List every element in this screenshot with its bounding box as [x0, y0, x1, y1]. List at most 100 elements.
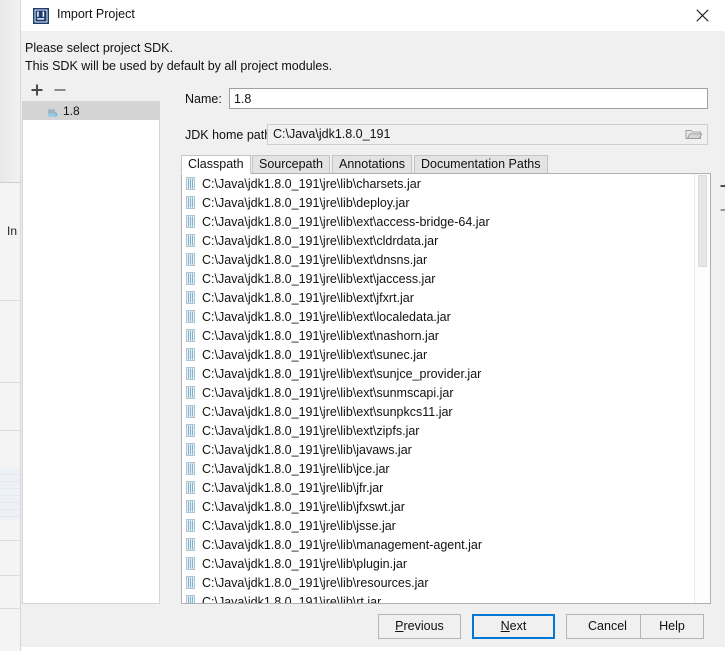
- classpath-entry-row[interactable]: C:\Java\jdk1.8.0_191\jre\lib\rt.jar: [182, 592, 694, 604]
- background-window-sliver: In: [0, 0, 21, 651]
- dialog-titlebar: Import Project: [21, 0, 725, 32]
- tab-classpath[interactable]: Classpath: [181, 155, 251, 174]
- classpath-list-toolbar: [715, 173, 725, 233]
- classpath-entry-label: C:\Java\jdk1.8.0_191\jre\lib\ext\nashorn…: [202, 328, 439, 343]
- classpath-entry-row[interactable]: C:\Java\jdk1.8.0_191\jre\lib\resources.j…: [182, 573, 694, 592]
- tab-documentation-paths[interactable]: Documentation Paths: [414, 155, 548, 174]
- classpath-entry-row[interactable]: C:\Java\jdk1.8.0_191\jre\lib\javaws.jar: [182, 440, 694, 459]
- classpath-entry-label: C:\Java\jdk1.8.0_191\jre\lib\javaws.jar: [202, 442, 412, 457]
- dialog-bottom-edge: [21, 647, 725, 651]
- jdk-home-path-value: C:\Java\jdk1.8.0_191: [273, 127, 391, 141]
- classpath-entry-label: C:\Java\jdk1.8.0_191\jre\lib\resources.j…: [202, 575, 429, 590]
- classpath-entry-row[interactable]: C:\Java\jdk1.8.0_191\jre\lib\deploy.jar: [182, 193, 694, 212]
- add-sdk-button[interactable]: [28, 81, 46, 99]
- classpath-list-scrollbar[interactable]: [694, 174, 710, 603]
- jar-file-icon: [186, 500, 195, 513]
- close-icon[interactable]: [680, 0, 725, 31]
- classpath-entry-label: C:\Java\jdk1.8.0_191\jre\lib\rt.jar: [202, 594, 382, 604]
- classpath-entry-row[interactable]: C:\Java\jdk1.8.0_191\jre\lib\ext\sunpkcs…: [182, 402, 694, 421]
- classpath-entry-row[interactable]: C:\Java\jdk1.8.0_191\jre\lib\ext\localed…: [182, 307, 694, 326]
- classpath-entry-row[interactable]: C:\Java\jdk1.8.0_191\jre\lib\ext\zipfs.j…: [182, 421, 694, 440]
- jar-file-icon: [186, 424, 195, 437]
- jdk-home-path-field[interactable]: C:\Java\jdk1.8.0_191: [267, 124, 708, 145]
- jar-file-icon: [186, 215, 195, 228]
- folder-icon[interactable]: [685, 127, 705, 142]
- classpath-entry-row[interactable]: C:\Java\jdk1.8.0_191\jre\lib\ext\jaccess…: [182, 269, 694, 288]
- dialog-button-bar: Previous Next Cancel Help: [21, 604, 725, 651]
- import-project-dialog: Import Project Please select project SDK…: [20, 0, 725, 651]
- jar-file-icon: [186, 291, 195, 304]
- previous-suffix: revious: [403, 619, 444, 633]
- jar-file-icon: [186, 538, 195, 551]
- tab-sourcepath[interactable]: Sourcepath: [252, 155, 330, 174]
- sdk-list-item-1-8[interactable]: 1.8: [23, 101, 159, 120]
- jar-file-icon: [186, 557, 195, 570]
- remove-classpath-entry-button[interactable]: [715, 199, 725, 221]
- tab-annotations[interactable]: Annotations: [332, 155, 413, 174]
- add-classpath-entry-button[interactable]: [715, 175, 725, 197]
- classpath-entry-label: C:\Java\jdk1.8.0_191\jre\lib\ext\sunpkcs…: [202, 404, 453, 419]
- jar-file-icon: [186, 443, 195, 456]
- cancel-button[interactable]: Cancel: [566, 614, 649, 639]
- sdk-list[interactable]: 1.8: [22, 101, 160, 604]
- scrollbar-thumb[interactable]: [698, 175, 707, 267]
- jar-file-icon: [186, 576, 195, 589]
- background-divider: [0, 575, 20, 576]
- jar-file-icon: [186, 519, 195, 532]
- jar-file-icon: [186, 310, 195, 323]
- jar-file-icon: [186, 234, 195, 247]
- classpath-entry-row[interactable]: C:\Java\jdk1.8.0_191\jre\lib\management-…: [182, 535, 694, 554]
- classpath-entry-label: C:\Java\jdk1.8.0_191\jre\lib\management-…: [202, 537, 483, 552]
- classpath-entry-row[interactable]: C:\Java\jdk1.8.0_191\jre\lib\ext\jfxrt.j…: [182, 288, 694, 307]
- classpath-entry-row[interactable]: C:\Java\jdk1.8.0_191\jre\lib\ext\sunjce_…: [182, 364, 694, 383]
- classpath-entry-row[interactable]: C:\Java\jdk1.8.0_191\jre\lib\plugin.jar: [182, 554, 694, 573]
- classpath-entry-label: C:\Java\jdk1.8.0_191\jre\lib\charsets.ja…: [202, 176, 421, 191]
- classpath-entry-label: C:\Java\jdk1.8.0_191\jre\lib\ext\sunjce_…: [202, 366, 482, 381]
- background-clipped-text: In: [7, 224, 18, 238]
- sdk-detail-pane: Name: JDK home path: C:\Java\jdk1.8.0_19…: [169, 78, 725, 604]
- classpath-entry-row[interactable]: C:\Java\jdk1.8.0_191\jre\lib\ext\cldrdat…: [182, 231, 694, 250]
- jar-file-icon: [186, 481, 195, 494]
- next-button[interactable]: Next: [472, 614, 555, 639]
- classpath-entry-row[interactable]: C:\Java\jdk1.8.0_191\jre\lib\ext\sunmsca…: [182, 383, 694, 402]
- jdk-home-path-label: JDK home path:: [185, 128, 275, 142]
- classpath-entry-row[interactable]: C:\Java\jdk1.8.0_191\jre\lib\jsse.jar: [182, 516, 694, 535]
- jar-file-icon: [186, 196, 195, 209]
- classpath-entry-row[interactable]: C:\Java\jdk1.8.0_191\jre\lib\ext\nashorn…: [182, 326, 694, 345]
- classpath-entry-row[interactable]: C:\Java\jdk1.8.0_191\jre\lib\jfr.jar: [182, 478, 694, 497]
- next-suffix: ext: [509, 619, 527, 633]
- name-input[interactable]: [229, 88, 708, 109]
- classpath-entry-row[interactable]: C:\Java\jdk1.8.0_191\jre\lib\charsets.ja…: [182, 174, 694, 193]
- classpath-entry-label: C:\Java\jdk1.8.0_191\jre\lib\ext\jfxrt.j…: [202, 290, 414, 305]
- classpath-entry-row[interactable]: C:\Java\jdk1.8.0_191\jre\lib\ext\sunec.j…: [182, 345, 694, 364]
- remove-sdk-button[interactable]: [51, 81, 69, 99]
- classpath-entry-row[interactable]: C:\Java\jdk1.8.0_191\jre\lib\jce.jar: [182, 459, 694, 478]
- classpath-entry-label: C:\Java\jdk1.8.0_191\jre\lib\ext\dnsns.j…: [202, 252, 428, 267]
- classpath-entry-label: C:\Java\jdk1.8.0_191\jre\lib\ext\jaccess…: [202, 271, 436, 286]
- classpath-entry-row[interactable]: C:\Java\jdk1.8.0_191\jre\lib\ext\dnsns.j…: [182, 250, 694, 269]
- jar-file-icon: [186, 462, 195, 475]
- jar-file-icon: [186, 329, 195, 342]
- classpath-entry-row[interactable]: C:\Java\jdk1.8.0_191\jre\lib\ext\access-…: [182, 212, 694, 231]
- previous-button[interactable]: Previous: [378, 614, 461, 639]
- classpath-tabs: Classpath Sourcepath Annotations Documen…: [181, 155, 711, 174]
- classpath-entry-label: C:\Java\jdk1.8.0_191\jre\lib\ext\sunmsca…: [202, 385, 454, 400]
- intellij-idea-icon: [33, 8, 49, 24]
- dialog-description: Please select project SDK. This SDK will…: [21, 31, 725, 78]
- classpath-entry-label: C:\Java\jdk1.8.0_191\jre\lib\ext\localed…: [202, 309, 451, 324]
- classpath-entry-row[interactable]: C:\Java\jdk1.8.0_191\jre\lib\jfxswt.jar: [182, 497, 694, 516]
- background-toolbar: [0, 0, 20, 183]
- classpath-entry-list[interactable]: C:\Java\jdk1.8.0_191\jre\lib\charsets.ja…: [181, 173, 711, 604]
- java-sdk-icon: [45, 104, 59, 118]
- classpath-entry-label: C:\Java\jdk1.8.0_191\jre\lib\jce.jar: [202, 461, 390, 476]
- background-divider: [0, 382, 20, 383]
- classpath-entry-rows: C:\Java\jdk1.8.0_191\jre\lib\charsets.ja…: [182, 174, 694, 604]
- help-button[interactable]: Help: [640, 614, 704, 639]
- description-line-2: This SDK will be used by default by all …: [25, 59, 333, 73]
- description-line-1: Please select project SDK.: [25, 41, 173, 55]
- background-rows: [0, 468, 20, 520]
- classpath-entry-label: C:\Java\jdk1.8.0_191\jre\lib\plugin.jar: [202, 556, 407, 571]
- jar-file-icon: [186, 367, 195, 380]
- jar-file-icon: [186, 272, 195, 285]
- classpath-entry-label: C:\Java\jdk1.8.0_191\jre\lib\ext\access-…: [202, 214, 490, 229]
